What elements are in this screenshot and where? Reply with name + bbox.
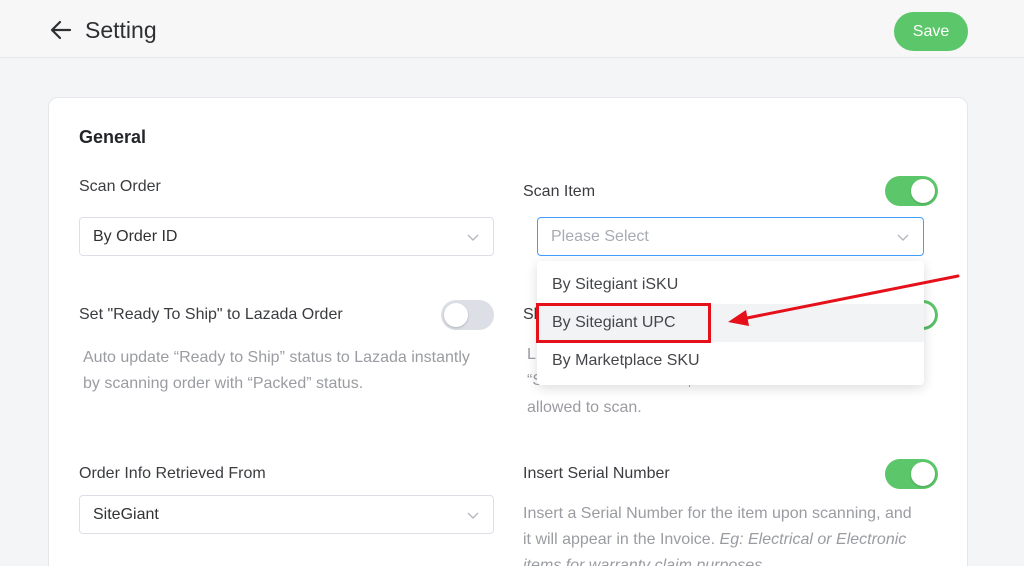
option-label: By Sitegiant iSKU: [552, 276, 679, 293]
serial-number-desc-italic: Eg: Electrical or Electronic: [719, 531, 907, 548]
hidden-setting-desc-fragment1: L: [527, 346, 536, 363]
serial-number-desc-line3: items for warranty claim purposes.: [523, 557, 767, 566]
toggle-knob: [911, 179, 935, 203]
arrow-left-icon[interactable]: [50, 19, 72, 41]
annotation-highlight-box: [536, 303, 711, 343]
chevron-down-icon: [897, 234, 909, 241]
annotation-arrow-icon: [728, 274, 960, 326]
page-title: Setting: [85, 17, 157, 43]
order-info-select[interactable]: SiteGiant: [79, 495, 494, 534]
save-button[interactable]: Save: [894, 12, 968, 51]
order-info-label: Order Info Retrieved From: [79, 465, 266, 482]
order-info-value: SiteGiant: [93, 506, 159, 523]
chevron-down-icon: [467, 234, 479, 241]
chevron-down-icon: [467, 512, 479, 519]
serial-number-desc-plain: it will appear in the Invoice.: [523, 531, 720, 548]
scan-item-select[interactable]: Please Select: [537, 217, 924, 256]
ready-to-ship-label: Set "Ready To Ship" to Lazada Order: [79, 306, 343, 323]
toggle-knob: [444, 303, 468, 327]
ready-to-ship-desc-line1: Auto update “Ready to Ship” status to La…: [83, 349, 470, 366]
ready-to-ship-desc-line2: by scanning order with “Packed” status.: [83, 375, 364, 392]
section-title: General: [79, 127, 147, 147]
scan-order-value: By Order ID: [93, 228, 178, 245]
scan-item-toggle[interactable]: [885, 176, 938, 206]
serial-number-desc-line1: Insert a Serial Number for the item upon…: [523, 505, 912, 522]
hidden-setting-desc-line3: allowed to scan.: [527, 399, 642, 416]
scan-item-label: Scan Item: [523, 183, 596, 200]
ready-to-ship-toggle[interactable]: [441, 300, 494, 330]
dropdown-option-marketplace-sku[interactable]: By Marketplace SKU: [537, 342, 924, 380]
serial-number-toggle[interactable]: [885, 459, 938, 489]
serial-number-desc-line2: it will appear in the Invoice. Eg: Elect…: [523, 527, 906, 553]
scan-order-label: Scan Order: [79, 178, 161, 195]
toggle-knob: [911, 462, 935, 486]
scan-item-placeholder: Please Select: [551, 228, 649, 245]
scan-order-select[interactable]: By Order ID: [79, 217, 494, 256]
option-label: By Marketplace SKU: [552, 352, 700, 369]
top-bar: Setting Save: [0, 0, 1024, 58]
serial-number-label: Insert Serial Number: [523, 465, 670, 482]
